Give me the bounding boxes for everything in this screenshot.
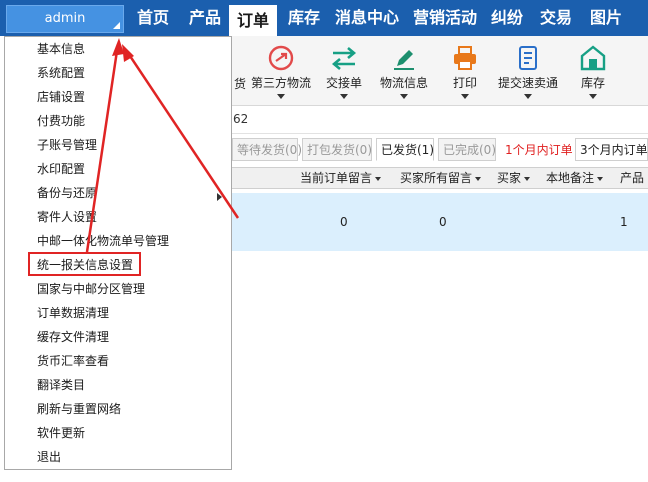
column-current-message-label: 当前订单留言 (300, 171, 373, 185)
dropdown-corner-icon (113, 22, 120, 29)
tab-completed[interactable]: 已完成(0) (438, 138, 496, 161)
handover-sheet-button[interactable]: 交接单 (324, 44, 364, 104)
menu-item-sub-accounts[interactable]: 子账号管理 (37, 135, 97, 155)
sort-caret-icon (524, 176, 531, 181)
column-buyer-messages-label: 买家所有留言 (400, 171, 473, 185)
nav-products[interactable]: 产品 (183, 0, 227, 36)
chevron-down-icon (589, 94, 597, 99)
menu-item-paid-features[interactable]: 付费功能 (37, 111, 85, 131)
swap-arrows-icon (331, 47, 357, 70)
chevron-down-icon (340, 94, 348, 99)
chevron-down-icon (400, 94, 408, 99)
nav-images[interactable]: 图片 (585, 0, 627, 36)
admin-menu-button[interactable]: admin (6, 5, 124, 33)
logistics-info-label: 物流信息 (379, 76, 428, 90)
plane-circle-icon (268, 45, 294, 71)
menu-item-store-settings[interactable]: 店铺设置 (37, 87, 85, 107)
print-button[interactable]: 打印 (450, 44, 480, 104)
menu-item-refresh-network[interactable]: 刷新与重置网络 (37, 399, 121, 419)
chevron-down-icon (277, 94, 285, 99)
print-label: 打印 (452, 76, 477, 90)
column-buyer-label: 买家 (497, 171, 522, 185)
menu-item-software-update[interactable]: 软件更新 (37, 423, 85, 443)
sort-caret-icon (375, 176, 382, 181)
menu-item-exchange-rates[interactable]: 货币汇率查看 (37, 351, 109, 371)
cell-current-message: 0 (340, 215, 348, 229)
document-list-icon (519, 46, 537, 70)
order-search-bar[interactable]: 62 (232, 106, 648, 134)
toolbar-partial-label: 货 (234, 77, 247, 91)
menu-item-watermark[interactable]: 水印配置 (37, 159, 85, 179)
column-product[interactable]: 产品 (620, 168, 644, 188)
column-buyer-messages[interactable]: 买家所有留言 (400, 168, 482, 188)
menu-item-cache-cleanup[interactable]: 缓存文件清理 (37, 327, 109, 347)
third-party-logistics-button[interactable]: 第三方物流 (248, 44, 314, 104)
nav-orders[interactable]: 订单 (229, 5, 277, 36)
cell-product-count: 1 (620, 215, 628, 229)
menu-item-china-post-tracking[interactable]: 中邮一体化物流单号管理 (37, 231, 169, 251)
menu-item-translate-categories[interactable]: 翻译类目 (37, 375, 85, 395)
column-product-label: 产品 (620, 171, 645, 185)
tab-shipped[interactable]: 已发货(1) (376, 138, 434, 161)
nav-marketing[interactable]: 营销活动 (407, 0, 483, 36)
nav-inventory[interactable]: 库存 (283, 0, 325, 36)
chevron-down-icon (461, 94, 469, 99)
menu-item-system-config[interactable]: 系统配置 (37, 63, 85, 83)
column-current-message[interactable]: 当前订单留言 (300, 168, 382, 188)
handover-sheet-label: 交接单 (325, 76, 362, 90)
submenu-arrow-icon (217, 193, 222, 201)
submit-aliexpress-label: 提交速卖通 (497, 76, 558, 90)
sort-caret-icon (475, 176, 482, 181)
nav-home[interactable]: 首页 (131, 0, 175, 36)
annotation-highlight-box (28, 252, 141, 276)
printer-icon (454, 46, 476, 70)
pen-icon (394, 50, 414, 70)
sort-caret-icon (597, 176, 604, 181)
time-range-select[interactable]: 3个月内订单 (575, 138, 648, 161)
menu-item-sender-settings[interactable]: 寄件人设置 (37, 207, 97, 227)
submit-aliexpress-button[interactable]: 提交速卖通 (496, 44, 560, 104)
inventory-tool-label: 库存 (580, 76, 605, 90)
third-party-logistics-label: 第三方物流 (250, 76, 311, 90)
orders-table-header: 当前订单留言 买家所有留言 买家 本地备注 产品 (232, 167, 648, 189)
chevron-down-icon (524, 94, 532, 99)
menu-item-order-cleanup[interactable]: 订单数据清理 (37, 303, 109, 323)
cell-buyer-messages: 0 (439, 215, 447, 229)
column-local-note[interactable]: 本地备注 (546, 168, 604, 188)
menu-item-basic-info[interactable]: 基本信息 (37, 39, 85, 59)
column-local-note-label: 本地备注 (546, 171, 595, 185)
order-status-tabs: 等待发货(0) 打包发货(0) 已发货(1) 已完成(0) 1个月内订单 3个月… (232, 138, 648, 162)
one-month-orders-link[interactable]: 1个月内订单 (500, 138, 574, 161)
menu-item-exit[interactable]: 退出 (37, 447, 61, 467)
nav-messages[interactable]: 消息中心 (332, 0, 402, 36)
inventory-tool-button[interactable]: 库存 (576, 44, 610, 104)
menu-item-country-zones[interactable]: 国家与中邮分区管理 (37, 279, 145, 299)
menu-item-backup-restore[interactable]: 备份与还原 (37, 183, 97, 203)
tab-pack-ship[interactable]: 打包发货(0) (302, 138, 372, 161)
logistics-info-button[interactable]: 物流信息 (378, 44, 430, 104)
order-toolbar: 货 第三方物流 交接单 物流信息 打印 提交速卖通 库存 (232, 36, 648, 106)
column-buyer[interactable]: 买家 (497, 168, 531, 188)
nav-transactions[interactable]: 交易 (535, 0, 577, 36)
admin-label: admin (44, 11, 86, 26)
warehouse-icon (580, 45, 606, 71)
nav-disputes[interactable]: 纠纷 (486, 0, 528, 36)
tab-awaiting-shipment[interactable]: 等待发货(0) (232, 138, 302, 161)
search-value: 62 (233, 112, 249, 126)
table-row[interactable]: 0 0 1 (232, 193, 648, 251)
top-nav-bar: admin 首页 产品 订单 库存 消息中心 营销活动 纠纷 交易 图片 (0, 0, 648, 36)
